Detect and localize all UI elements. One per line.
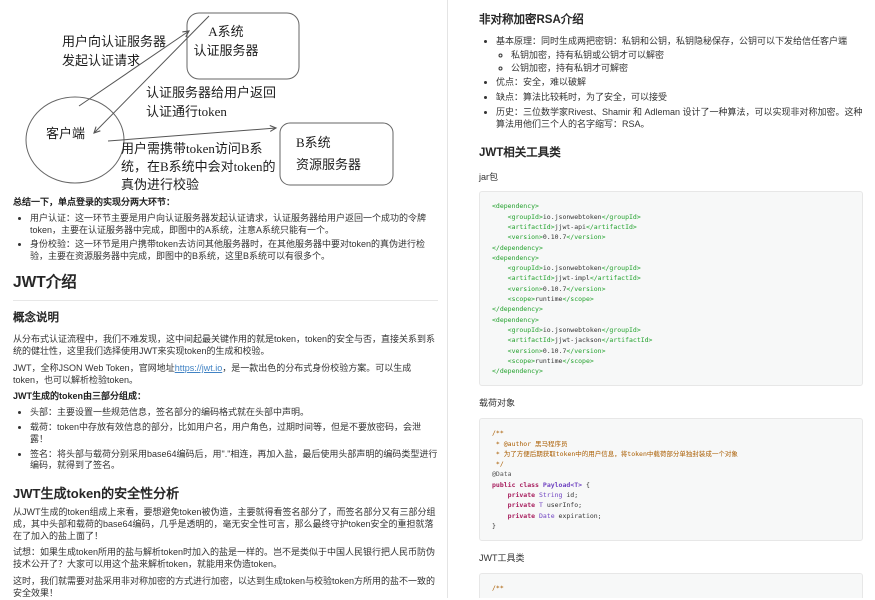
system-b-box	[279, 122, 394, 186]
right-column: 非对称加密RSA介绍 基本原理：同时生成两把密钥：私钥和公钥，私钥隐秘保存，公钥…	[447, 0, 875, 598]
list-item: 头部：主要设置一些规范信息，签名部分的编码格式就在头部中声明。	[30, 407, 438, 419]
jwt-util-code: /**	[479, 572, 863, 598]
system-b-label-1: B系统	[296, 135, 331, 150]
section-title-rsa: 非对称加密RSA介绍	[479, 14, 584, 26]
rsa-list: 基本原理：同时生成两把密钥：私钥和公钥，私钥隐秘保存，公钥可以下发给信任客户端 …	[479, 36, 863, 130]
summary-lead: 总结一下，单点登录的实现分两大环节：	[13, 197, 176, 207]
jwt-io-link[interactable]: https://jwt.io	[175, 363, 223, 373]
section-title-security: JWT生成token的安全性分析	[13, 486, 180, 502]
util-label: JWT工具类	[479, 553, 525, 564]
section-title-tools: JWT相关工具类	[479, 146, 561, 159]
paragraph: 从分布式认证流程中，我们不难发现，这中间起最关键作用的就是token，token…	[13, 334, 436, 357]
system-a-label-2: 认证服务器	[193, 43, 258, 58]
token-parts-list: 头部：主要设置一些规范信息，签名部分的编码格式就在头部中声明。 载荷：token…	[13, 407, 438, 472]
rsa-sublist: 私钥加密，持有私钥或公钥才可以解密 公钥加密，持有私钥才可解密	[496, 50, 863, 75]
auth-request-label-1: 用户向认证服务器	[62, 34, 166, 49]
token-return-label-1: 认证服务器给用户返回	[146, 85, 276, 100]
client-label: 客户端	[46, 126, 85, 141]
list-item: 基本原理：同时生成两把密钥：私钥和公钥，私钥隐秘保存，公钥可以下发给信任客户端 …	[496, 36, 863, 74]
list-item: 身份校验：这一环节是用户携带token去访问其他服务器时，在其他服务器中要对to…	[30, 239, 438, 263]
access-b-label-2: 统，在B系统中会对token的	[121, 159, 276, 174]
auth-request-label-2: 发起认证请求	[62, 53, 140, 68]
list-item: 载荷：token中存放有效信息的部分，比如用户名，用户角色，过期时间等，但是不要…	[30, 422, 438, 446]
access-b-label-3: 真伪进行校验	[121, 177, 199, 192]
access-b-arrow	[107, 124, 278, 142]
list-item: 公钥加密，持有私钥才可解密	[511, 63, 863, 75]
token-return-label-2: 认证通行token	[146, 104, 227, 119]
list-item: 优点：安全，难以破解	[496, 77, 863, 89]
paragraph: JWT，全称JSON Web Token，官网地址https://jwt.io，…	[13, 363, 438, 387]
left-column: 客户端 A系统 认证服务器 B系统 资源服务器 用户向认证服务器 发起认证请求 …	[0, 0, 447, 598]
paragraph: 从JWT生成的token组成上来看，要想避免token被伪造，主要就得看签名部分…	[13, 507, 436, 541]
paragraph: 试想：如果生成token所用的盐与解析token时加入的盐是一样的。岂不是类似于…	[13, 547, 436, 570]
payload-label: 载荷对象	[479, 398, 516, 409]
section-title-jwt-intro: JWT介绍	[13, 273, 438, 302]
parts-lead: JWT生成的token由三部分组成：	[13, 391, 147, 402]
jar-label: jar包	[479, 171, 499, 182]
list-item: 私钥加密，持有私钥或公钥才可以解密	[511, 50, 863, 62]
system-a-label-1: A系统	[208, 24, 243, 39]
list-item: 用户认证：这一环节主要是用户向认证服务器发起认证请求，认证服务器给用户返回一个成…	[30, 213, 438, 237]
payload-class-code: /** * @author 黑马程序员 * 为了方便后期获取token中的用户信…	[479, 418, 863, 542]
section-title-concept: 概念说明	[13, 312, 59, 325]
sso-flow-diagram: 客户端 A系统 认证服务器 B系统 资源服务器 用户向认证服务器 发起认证请求 …	[25, 12, 394, 192]
system-b-label-2: 资源服务器	[296, 157, 361, 172]
document-page: 客户端 A系统 认证服务器 B系统 资源服务器 用户向认证服务器 发起认证请求 …	[0, 0, 875, 598]
paragraph: 这时，我们就需要对盐采用非对称加密的方式进行加密，以达到生成token与校验to…	[13, 576, 436, 598]
list-item: 缺点：算法比较耗时，为了安全，可以接受	[496, 92, 863, 104]
text-span: 基本原理：同时生成两把密钥：私钥和公钥，私钥隐秘保存，公钥可以下发给信任客户端	[496, 36, 848, 47]
list-item: 历史：三位数学家Rivest、Shamir 和 Adleman 设计了一种算法，…	[496, 107, 863, 131]
access-b-label-1: 用户需携带token访问B系	[121, 141, 263, 156]
text-span: JWT，全称JSON Web Token，官网地址	[13, 362, 175, 373]
summary-list: 用户认证：这一环节主要是用户向认证服务器发起认证请求，认证服务器给用户返回一个成…	[13, 213, 438, 263]
list-item: 签名：将头部与载荷分别采用base64编码后，用"."相连，再加入盐，最后使用头…	[30, 449, 438, 473]
xml-dependencies-code: <dependency> <groupId>io.jsonwebtoken</g…	[479, 191, 863, 387]
